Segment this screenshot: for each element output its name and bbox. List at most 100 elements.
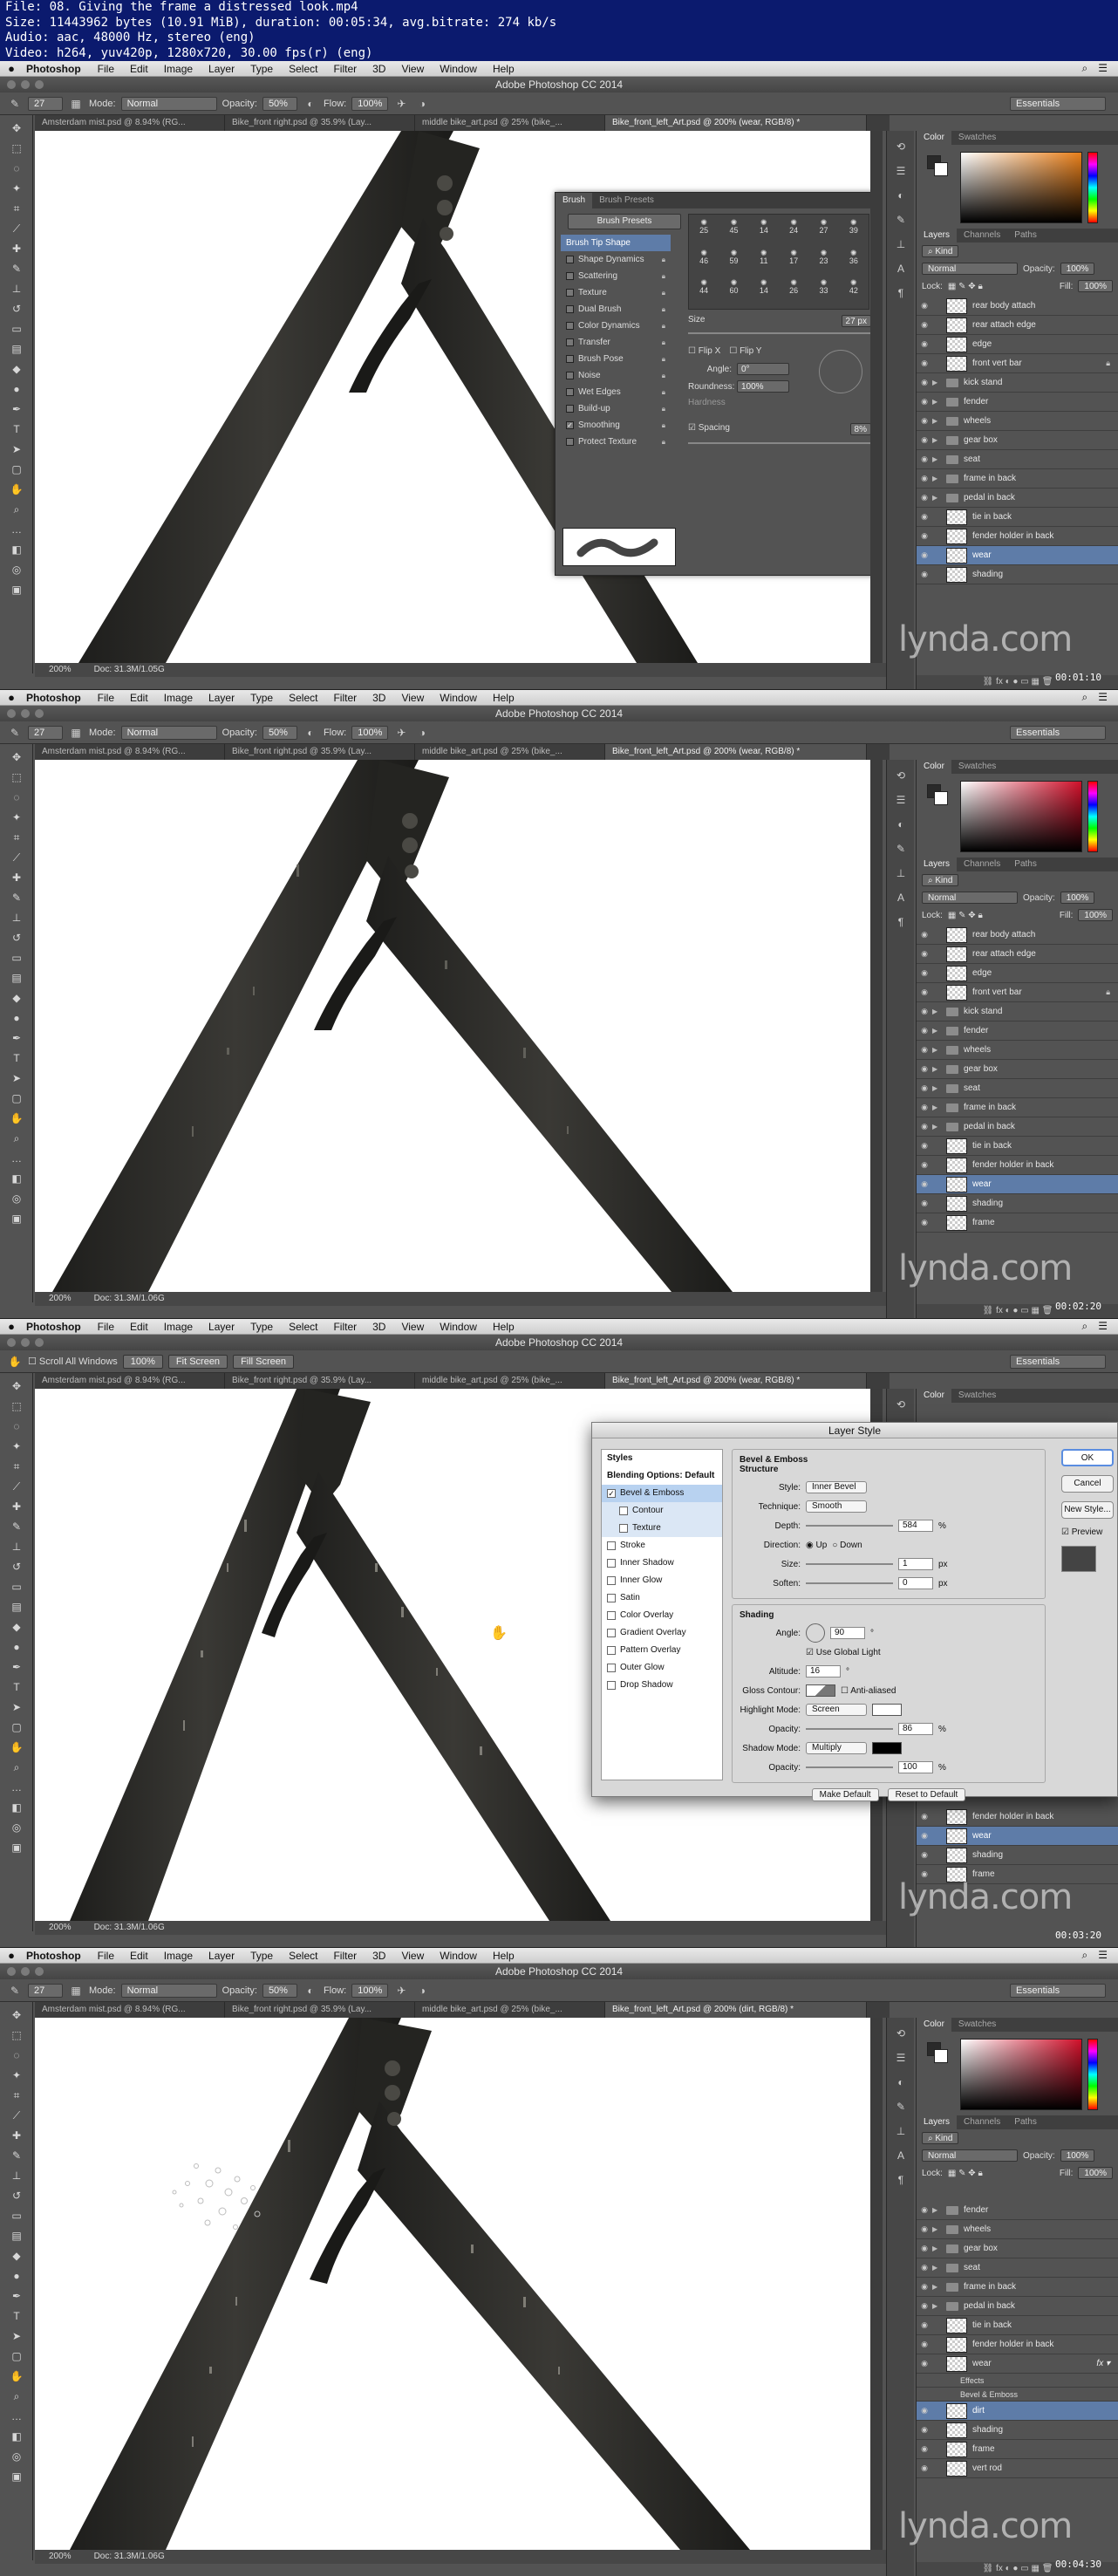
shape-tool-icon[interactable]: ▢ [10, 1720, 24, 1734]
path-select-icon[interactable]: ➤ [10, 442, 24, 456]
make-default-button[interactable]: Make Default [811, 1788, 879, 1801]
menu-image[interactable]: Image [156, 692, 201, 704]
layer-row[interactable]: ◉ edge [917, 964, 1118, 983]
style-select[interactable]: Inner Bevel [806, 1481, 867, 1493]
pressure-opacity-icon[interactable]: ◐ [303, 96, 318, 112]
visibility-eye-icon[interactable]: ◉ [917, 320, 932, 330]
move-tool-icon[interactable]: ✥ [10, 750, 24, 764]
blur-tool-icon[interactable]: ◆ [10, 991, 24, 1005]
visibility-eye-icon[interactable]: ◉ [917, 1007, 932, 1016]
color-field[interactable] [960, 2039, 1082, 2110]
layers-tab[interactable]: Layers [917, 858, 958, 871]
brush-setting-item[interactable]: Brush Tip Shape [561, 235, 671, 251]
layer-style-item[interactable]: Contour [602, 1502, 722, 1520]
quick-select-tool-icon[interactable]: ✦ [10, 2068, 24, 2082]
menu-file[interactable]: File [90, 692, 122, 704]
layer-style-item[interactable]: Stroke [602, 1537, 722, 1554]
brush-tool-icon[interactable]: ✎ [10, 2149, 24, 2163]
fill-input[interactable]: 100% [1078, 2167, 1113, 2179]
color-swatches-icon[interactable]: ◧ [10, 1172, 24, 1186]
layer-row[interactable]: ◉ frame [917, 1213, 1118, 1233]
eyedropper-tool-icon[interactable]: ⟋ [10, 1479, 24, 1493]
zoom-dot-icon[interactable] [35, 80, 44, 89]
layer-row[interactable]: ◉ wear [917, 1827, 1118, 1846]
menu-file[interactable]: File [90, 1950, 122, 1962]
layer-row[interactable]: ◉ wear [917, 1175, 1118, 1194]
layer-style-checkbox[interactable] [607, 1559, 616, 1568]
brush-tip-preset[interactable]: ✺ 26 [779, 278, 808, 295]
more-tools-icon[interactable]: … [10, 2409, 24, 2423]
brush-setting-checkbox[interactable] [566, 322, 574, 330]
menu-select[interactable]: Select [281, 1950, 325, 1962]
menu-window[interactable]: Window [432, 63, 485, 75]
expand-triangle-icon[interactable]: ▶ [932, 1084, 944, 1092]
search-icon[interactable]: ⌕ [1082, 62, 1088, 75]
blend-mode-select[interactable]: Normal [922, 892, 1018, 904]
paths-tab[interactable]: Paths [1007, 229, 1044, 243]
move-tool-icon[interactable]: ✥ [10, 121, 24, 135]
lock-icons[interactable]: ▦ ✎ ✥ 🔒︎ [948, 911, 983, 920]
color-tab[interactable]: Color [917, 2018, 951, 2032]
search-icon[interactable]: ⌕ [1082, 691, 1088, 704]
paragraph-icon[interactable]: ¶ [892, 284, 910, 302]
document-canvas[interactable] [35, 760, 870, 1292]
blur-tool-icon[interactable]: ◆ [10, 362, 24, 376]
brush-panel-icon[interactable]: ✎ [892, 211, 910, 229]
close-dot-icon[interactable] [7, 1967, 16, 1976]
lock-icon[interactable]: 🔒︎ [662, 318, 665, 334]
marquee-tool-icon[interactable]: ⬚ [10, 770, 24, 784]
workspace-select[interactable]: Essentials [1010, 1983, 1106, 1998]
adjustments-icon[interactable]: ◐ [892, 816, 910, 833]
visibility-eye-icon[interactable]: ◉ [917, 1850, 932, 1860]
visibility-eye-icon[interactable]: ◉ [917, 570, 932, 579]
layer-row[interactable]: ◉ shading [917, 565, 1118, 584]
layer-style-checkbox[interactable]: ✓ [607, 1489, 616, 1498]
close-dot-icon[interactable] [7, 709, 16, 718]
blending-options-item[interactable]: Blending Options: Default [602, 1467, 722, 1485]
fx-icon[interactable]: fx ▾ [1096, 2359, 1110, 2368]
menu-file[interactable]: File [90, 1321, 122, 1333]
workspace-select[interactable]: Essentials [1010, 96, 1106, 111]
layer-row[interactable]: ◉ rear body attach [917, 926, 1118, 945]
brush-setting-checkbox[interactable]: ✓ [566, 421, 574, 429]
marquee-tool-icon[interactable]: ⬚ [10, 141, 24, 155]
visibility-eye-icon[interactable]: ◉ [917, 397, 932, 407]
blur-tool-icon[interactable]: ◆ [10, 2249, 24, 2263]
layer-style-checkbox[interactable] [607, 1576, 616, 1585]
layer-style-checkbox[interactable] [619, 1507, 628, 1515]
layer-group-row[interactable]: ◉ ▶ wheels [917, 1041, 1118, 1060]
history-brush-icon[interactable]: ↺ [10, 931, 24, 945]
visibility-eye-icon[interactable]: ◉ [917, 1045, 932, 1055]
layer-row[interactable]: ◉ wear [917, 546, 1118, 565]
doc-tab[interactable]: middle bike_art.psd @ 25% (bike_... [415, 744, 605, 760]
eyedropper-tool-icon[interactable]: ⟋ [10, 222, 24, 236]
type-tool-icon[interactable]: T [10, 1680, 24, 1694]
flow-input[interactable]: 100% [351, 1983, 389, 1998]
quick-select-tool-icon[interactable]: ✦ [10, 810, 24, 824]
visibility-eye-icon[interactable]: ◉ [917, 987, 932, 997]
zoom-dot-icon[interactable] [35, 1967, 44, 1976]
menu-image[interactable]: Image [156, 63, 201, 75]
clone-stamp-icon[interactable]: ⊥ [10, 282, 24, 296]
history-brush-icon[interactable]: ↺ [10, 1560, 24, 1574]
lock-icon[interactable]: 🔒︎ [662, 251, 665, 268]
doc-tab[interactable]: Bike_front right.psd @ 35.9% (Lay... [225, 1373, 415, 1389]
layer-group-row[interactable]: ◉ ▶ fender [917, 2201, 1118, 2220]
visibility-eye-icon[interactable]: ◉ [917, 378, 932, 387]
pressure-opacity-icon[interactable]: ◐ [303, 1983, 318, 1999]
list-icon[interactable]: ☰ [1098, 1320, 1108, 1333]
expand-triangle-icon[interactable]: ▶ [932, 2283, 944, 2291]
layer-style-checkbox[interactable] [607, 1541, 616, 1550]
screen-mode-icon[interactable]: ▣ [10, 1212, 24, 1226]
menu-help[interactable]: Help [485, 63, 522, 75]
color-tab[interactable]: Color [917, 760, 951, 774]
angle-input[interactable]: 90 [830, 1627, 865, 1639]
menu-filter[interactable]: Filter [325, 692, 365, 704]
visibility-eye-icon[interactable]: ◉ [917, 550, 932, 560]
ok-button[interactable]: OK [1061, 1449, 1114, 1466]
layer-row[interactable]: ◉ rear attach edge [917, 316, 1118, 335]
spacing-input[interactable]: 8% [849, 423, 870, 435]
history-icon[interactable]: ⟲ [892, 1396, 910, 1413]
brush-tip-preset[interactable]: ✺ 42 [839, 278, 869, 295]
preview-checkbox[interactable]: ☑ Preview [1061, 1527, 1114, 1537]
